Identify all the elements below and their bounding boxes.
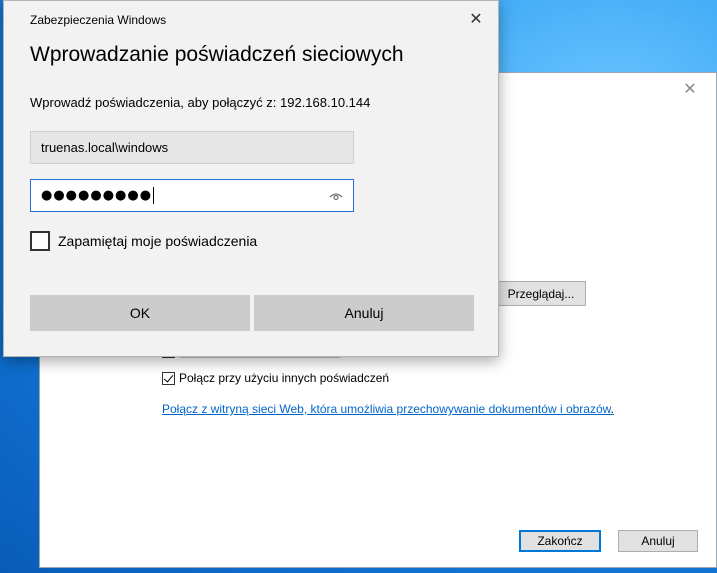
remember-credentials-label: Zapamiętaj moje poświadczenia [58, 233, 258, 249]
web-storage-link-period: . [610, 402, 614, 416]
web-storage-link-row: Połącz z witryną sieci Web, która umożli… [162, 402, 614, 416]
web-storage-link[interactable]: Połącz z witryną sieci Web, która umożli… [162, 402, 611, 416]
dialog-close-button[interactable]: ✕ [466, 9, 486, 29]
username-field[interactable]: truenas.local\windows [30, 131, 354, 164]
alt-credentials-option[interactable]: Połącz przy użyciu innych poświadczeń [162, 371, 389, 385]
alt-credentials-label: Połącz przy użyciu innych poświadczeń [179, 371, 390, 385]
password-field[interactable]: ●●●●●●●●● [30, 179, 354, 212]
browse-button[interactable]: Przeglądaj... [496, 281, 586, 306]
remember-credentials-checkbox[interactable] [30, 231, 50, 251]
text-caret [153, 187, 155, 204]
windows-security-dialog: Zabezpieczenia Windows ✕ Wprowadzanie po… [3, 0, 499, 357]
wizard-close-button[interactable]: ✕ [680, 79, 700, 99]
alt-credentials-checkbox[interactable] [162, 371, 175, 385]
ok-button[interactable]: OK [30, 295, 250, 331]
finish-button[interactable]: Zakończ [519, 530, 601, 552]
dialog-title: Wprowadzanie poświadczeń sieciowych [30, 43, 404, 66]
dialog-description: Wprowadź poświadczenia, aby połączyć z: … [30, 95, 371, 110]
remember-credentials-option[interactable]: Zapamiętaj moje poświadczenia [30, 231, 257, 251]
wizard-cancel-button[interactable]: Anuluj [618, 530, 698, 552]
eye-icon[interactable] [329, 189, 343, 203]
dialog-caption: Zabezpieczenia Windows [30, 13, 167, 27]
cancel-button[interactable]: Anuluj [254, 295, 474, 331]
username-value: truenas.local\windows [41, 140, 169, 155]
password-masked-value: ●●●●●●●●● [41, 188, 153, 203]
